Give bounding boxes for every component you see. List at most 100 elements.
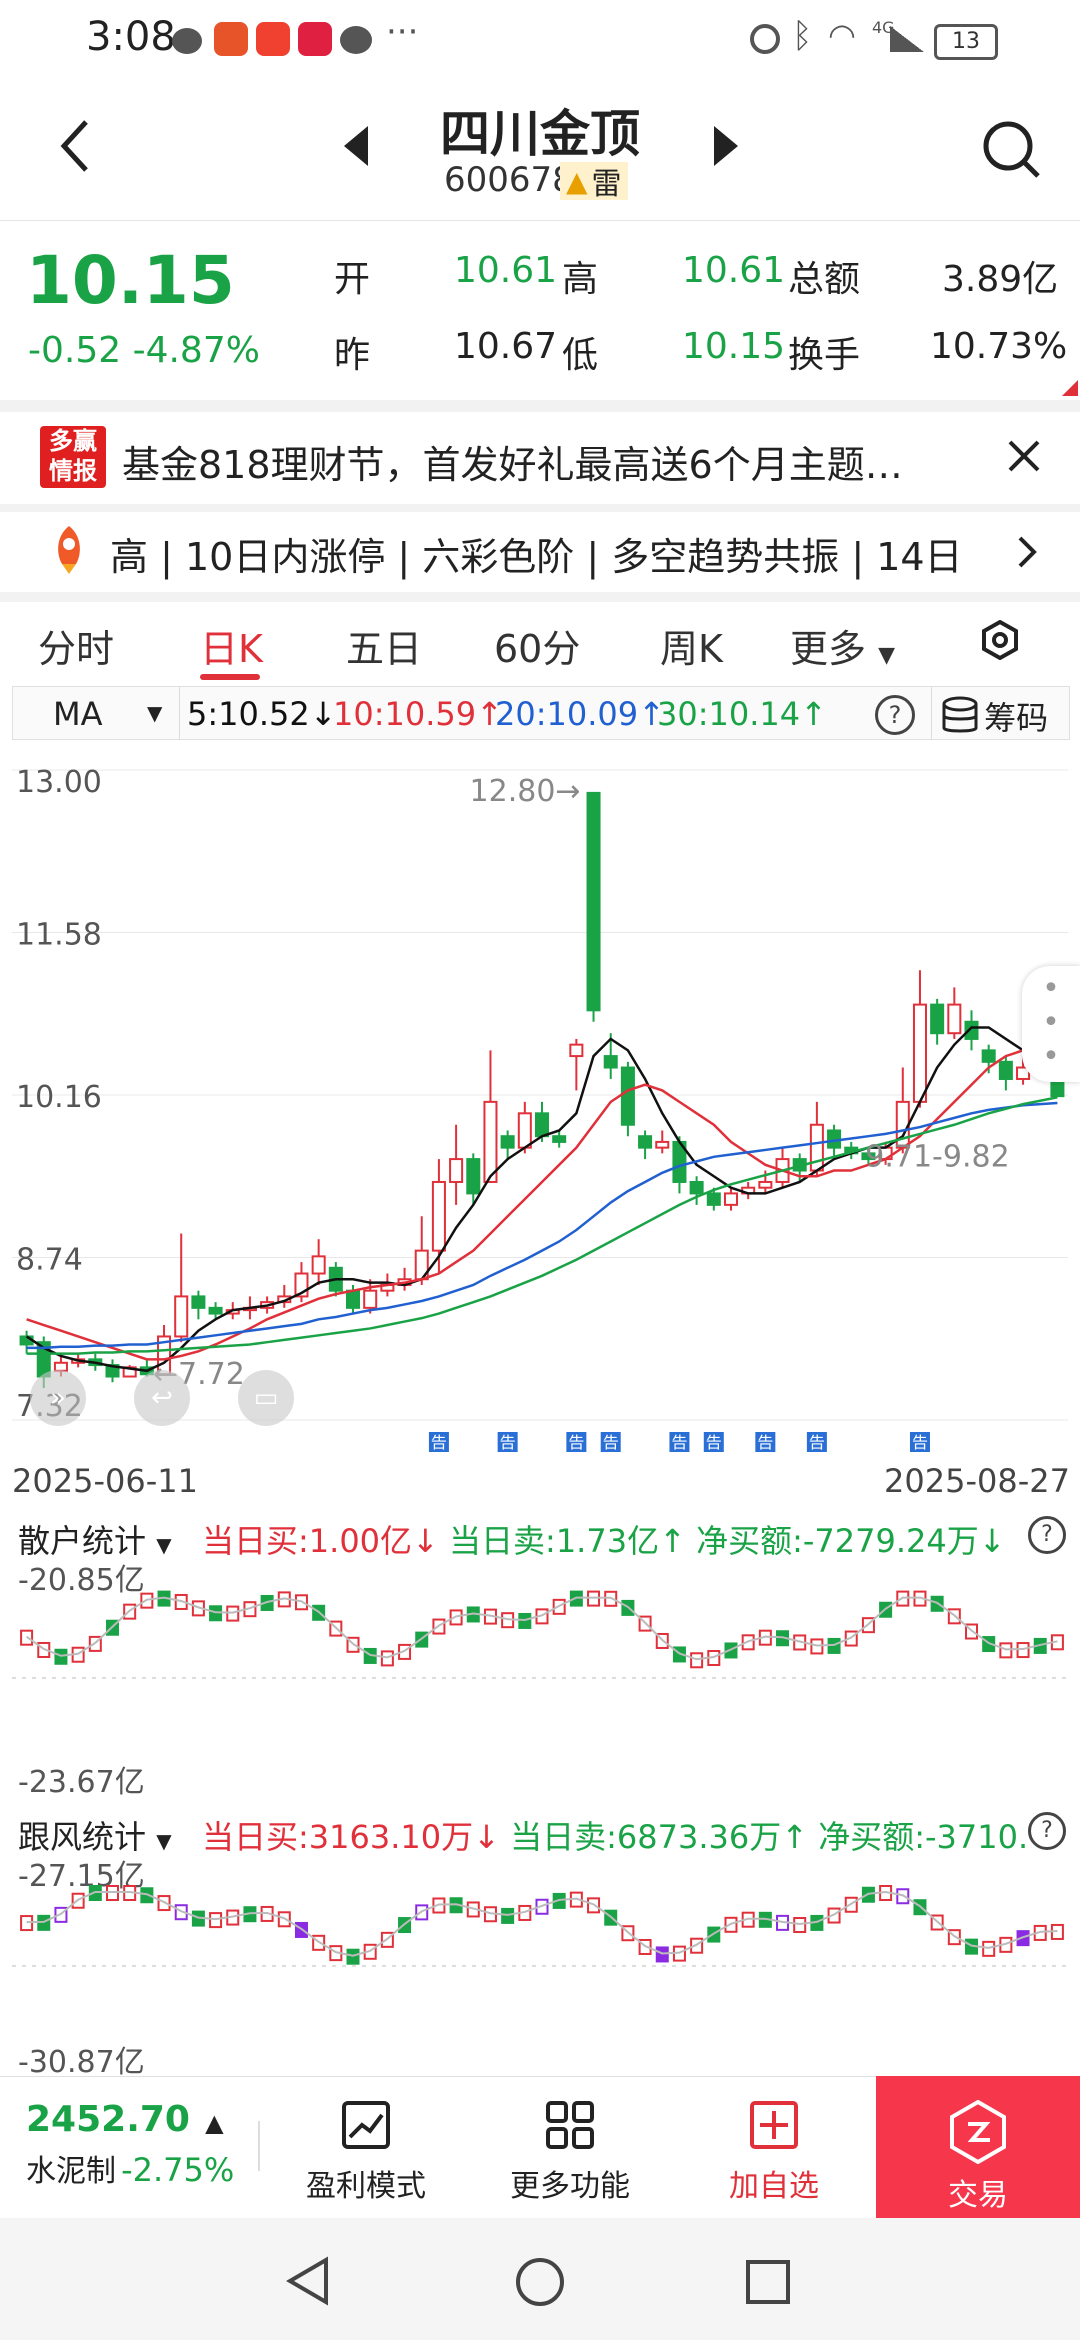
- candle: [534, 1112, 550, 1138]
- divider: [0, 504, 1080, 512]
- nav-back-icon[interactable]: [284, 2256, 332, 2306]
- help-icon[interactable]: ?: [875, 695, 915, 735]
- tab-more-label: 更多: [790, 627, 867, 671]
- candle: [346, 1289, 361, 1309]
- risk-badge[interactable]: ▲ 雷: [560, 162, 628, 202]
- search-button[interactable]: [980, 118, 1044, 186]
- caret-down-icon: ▼: [156, 1533, 172, 1557]
- follow-stats-selector[interactable]: 跟风统计 ▼: [18, 1812, 172, 1858]
- chart-settings-button[interactable]: [980, 619, 1020, 664]
- caret-down-icon[interactable]: ▼: [147, 701, 162, 725]
- retail-buy: 当日买:1.00亿↓: [202, 1522, 439, 1560]
- tab-weekly-k[interactable]: 周K: [660, 618, 723, 673]
- chart-draw-button[interactable]: ▭: [238, 1370, 294, 1426]
- caret-down-icon: ▼: [878, 643, 896, 668]
- follow-net: 净买额:-3710.: [818, 1818, 1029, 1856]
- notice-marker-label: 告: [568, 1433, 584, 1452]
- ad-banner[interactable]: 多赢 情报 基金818理财节，首发好礼最高送6个月主题…: [0, 412, 1080, 504]
- chart-expand-button[interactable]: »: [30, 1370, 86, 1426]
- trade-button[interactable]: 交易: [876, 2076, 1080, 2218]
- corner-marker: [1062, 380, 1078, 396]
- wechat-icon: [340, 26, 372, 54]
- tab-daily-k[interactable]: 日K: [200, 618, 263, 673]
- caret-down-icon: ▼: [156, 1829, 172, 1853]
- candle: [208, 1306, 223, 1315]
- retail-stats-title: 散户统计: [18, 1522, 147, 1560]
- notice-marker-label: 告: [431, 1433, 447, 1452]
- chips-button[interactable]: 筹码: [941, 693, 1048, 739]
- ma10-value: 10:10.59↑: [333, 695, 503, 733]
- candle: [569, 1043, 584, 1058]
- tab-intraday[interactable]: 分时: [38, 618, 114, 673]
- stock-name: 四川金顶: [440, 105, 640, 163]
- add-watchlist-button[interactable]: 加自选: [704, 2097, 844, 2205]
- nav-recents-icon[interactable]: [744, 2258, 792, 2306]
- ma-selector[interactable]: MA: [53, 695, 103, 733]
- follow-stats-chart[interactable]: -27.15亿-30.87亿: [12, 1856, 1068, 2076]
- notice-marker-label: 告: [706, 1433, 722, 1452]
- high-value: 10.61: [682, 250, 786, 291]
- ad-text: 基金818理财节，首发好礼最高送6个月主题…: [122, 443, 903, 487]
- triangle-right-icon: [714, 126, 738, 166]
- candle: [517, 1112, 532, 1149]
- candle: [981, 1049, 996, 1063]
- grid-icon: [546, 2101, 594, 2149]
- sector-index-name: 水泥制: [26, 2154, 116, 2189]
- system-nav-bar: [0, 2218, 1080, 2340]
- help-icon[interactable]: ?: [1028, 1516, 1066, 1554]
- notice-marker-label: 告: [757, 1433, 773, 1452]
- retail-sell: 当日卖:1.73亿↑: [449, 1522, 686, 1560]
- bluetooth-icon: ᛒ: [792, 16, 813, 56]
- nav-home-icon[interactable]: [514, 2256, 566, 2308]
- profit-mode-button[interactable]: 盈利模式: [296, 2097, 436, 2205]
- divider: [258, 2121, 260, 2171]
- tab-60min[interactable]: 60分: [494, 618, 580, 673]
- risk-badge-label: 雷: [591, 167, 622, 202]
- tab-more[interactable]: 更多 ▼: [790, 618, 895, 673]
- indicator-bar: [20, 1915, 34, 1932]
- signal-ticker[interactable]: 高 | 10日内涨停 | 六彩色阶 | 多空趋势共振 | 14日: [0, 512, 1080, 592]
- candle: [466, 1158, 481, 1195]
- ad-logo-line1: 多赢: [49, 427, 97, 455]
- wifi-icon: ◠: [828, 16, 856, 54]
- next-stock-button[interactable]: [712, 124, 740, 172]
- battery-icon: 13: [934, 24, 998, 60]
- amount-value: 3.89亿: [942, 259, 1059, 300]
- signal-icon: [890, 26, 924, 52]
- candle: [483, 1100, 498, 1183]
- follow-stats-values: 当日买:3163.10万↓ 当日卖:6873.36万↑ 净买额:-3710.: [202, 1812, 1028, 1858]
- ticker-next-button[interactable]: [1016, 534, 1038, 574]
- side-menu-handle[interactable]: • • •: [1022, 966, 1080, 1082]
- trade-label: 交易: [948, 2178, 1008, 2213]
- candle: [758, 1180, 773, 1189]
- sector-index-change: -2.75%: [121, 2151, 235, 2189]
- y-bottom-label: -23.67亿: [18, 1765, 145, 1796]
- candle: [947, 1003, 962, 1035]
- help-icon[interactable]: ?: [1028, 1812, 1066, 1850]
- candle: [930, 1003, 945, 1035]
- status-time: 3:08: [86, 14, 176, 60]
- chart-back-button[interactable]: ↩: [134, 1370, 190, 1426]
- candle: [449, 1158, 464, 1183]
- retail-stats-chart[interactable]: -20.85亿 -23.67亿: [12, 1560, 1068, 1796]
- more-functions-button[interactable]: 更多功能: [500, 2097, 640, 2205]
- candle: [723, 1192, 738, 1206]
- sector-index[interactable]: 2452.70 ▲ 水泥制 -2.75%: [26, 2099, 256, 2190]
- follow-buy: 当日买:3163.10万↓: [202, 1818, 500, 1856]
- ad-close-button[interactable]: [1006, 438, 1042, 478]
- candle: [638, 1135, 653, 1149]
- app-notification-icon: [298, 22, 332, 56]
- kline-chart[interactable]: 13.0011.5810.168.747.3212.80→←7.729.71-9…: [12, 740, 1068, 1456]
- retail-stats-values: 当日买:1.00亿↓ 当日卖:1.73亿↑ 净买额:-7279.24万↓: [202, 1516, 1006, 1562]
- tab-five-day[interactable]: 五日: [346, 618, 422, 673]
- app-notification-icon: [214, 22, 248, 56]
- candle: [311, 1255, 326, 1275]
- retail-stats-selector[interactable]: 散户统计 ▼: [18, 1516, 172, 1562]
- settings-icon: [982, 619, 1018, 661]
- divider: [0, 592, 1080, 602]
- price-change: -0.52 -4.87%: [28, 330, 260, 371]
- prev-close-value: 10.67: [454, 326, 558, 367]
- index-arrow-icon: ▲: [205, 2109, 224, 2137]
- divider: [179, 687, 180, 739]
- period-tabs: 分时 日K 五日 60分 周K 更多 ▼: [0, 604, 1080, 684]
